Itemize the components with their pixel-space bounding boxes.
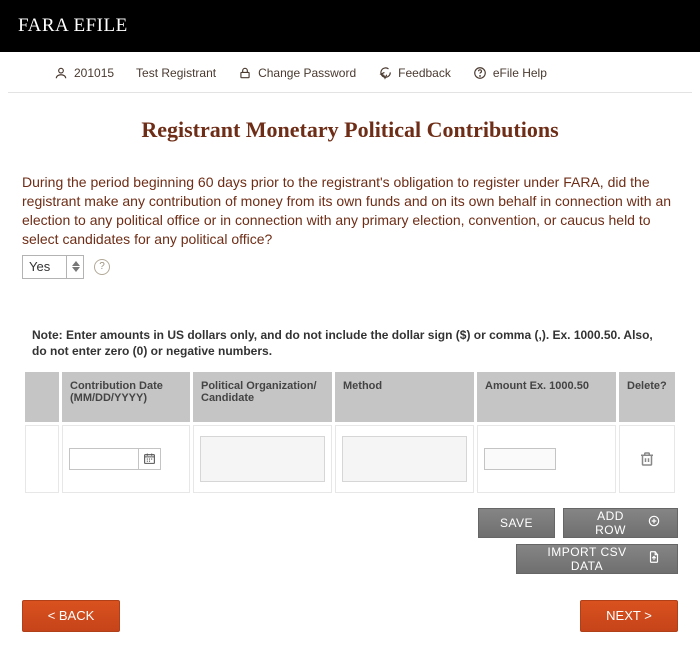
back-label: < BACK — [48, 608, 95, 623]
menu-user-id: 201015 — [74, 66, 114, 80]
menu-feedback-label: Feedback — [398, 66, 451, 80]
lock-icon — [238, 66, 252, 80]
page-title: Registrant Monetary Political Contributi… — [0, 117, 700, 143]
amount-note: Note: Enter amounts in US dollars only, … — [32, 327, 668, 359]
delete-cell — [619, 425, 675, 493]
question-text: During the period beginning 60 days prio… — [22, 173, 678, 249]
menu-registrant-label: Test Registrant — [136, 66, 216, 80]
help-icon — [473, 66, 487, 80]
menu-help-label: eFile Help — [493, 66, 547, 80]
col-delete: Delete? — [619, 372, 675, 422]
col-rowhandle — [25, 372, 59, 422]
col-org: Political Organization/ Candidate — [193, 372, 332, 422]
menu-change-password-label: Change Password — [258, 66, 356, 80]
yesno-select[interactable]: Yes No — [22, 255, 84, 279]
import-csv-button[interactable]: IMPORT CSV DATA — [516, 544, 678, 574]
col-method: Method — [335, 372, 474, 422]
app-header: FARA EFILE — [0, 0, 700, 52]
col-amount: Amount Ex. 1000.50 — [477, 372, 616, 422]
amount-input[interactable] — [484, 448, 556, 470]
menu-divider — [8, 92, 692, 93]
row-handle-cell — [25, 425, 59, 493]
org-cell — [193, 425, 332, 493]
calendar-icon[interactable] — [139, 448, 161, 470]
menu-user[interactable]: 201015 — [54, 66, 114, 80]
app-brand: FARA EFILE — [18, 15, 128, 37]
add-row-button[interactable]: ADD ROW — [563, 508, 678, 538]
col-date: Contribution Date (MM/DD/YYYY) — [62, 372, 190, 422]
yesno-select-wrap: Yes No — [22, 255, 84, 279]
method-input[interactable] — [342, 436, 467, 482]
feedback-icon — [378, 66, 392, 80]
plus-circle-icon — [647, 514, 661, 531]
save-button[interactable]: SAVE — [478, 508, 555, 538]
table-row — [25, 425, 675, 493]
user-icon — [54, 66, 68, 80]
menu-change-password[interactable]: Change Password — [238, 66, 356, 80]
question-help-icon[interactable]: ? — [94, 259, 110, 275]
back-button[interactable]: < BACK — [22, 600, 120, 632]
menu-help[interactable]: eFile Help — [473, 66, 547, 80]
import-label: IMPORT CSV DATA — [533, 545, 641, 573]
method-cell — [335, 425, 474, 493]
menu-feedback[interactable]: Feedback — [378, 66, 451, 80]
user-menubar: 201015 Test Registrant Change Password F… — [0, 52, 700, 92]
menu-registrant[interactable]: Test Registrant — [136, 66, 216, 80]
save-label: SAVE — [500, 516, 533, 530]
delete-row-button[interactable] — [638, 449, 656, 469]
next-label: NEXT > — [606, 608, 652, 623]
add-row-label: ADD ROW — [580, 509, 641, 537]
contributions-table: Contribution Date (MM/DD/YYYY) Political… — [22, 369, 678, 496]
amount-cell — [477, 425, 616, 493]
org-input[interactable] — [200, 436, 325, 482]
file-import-icon — [647, 550, 661, 567]
date-input[interactable] — [69, 448, 139, 470]
date-cell — [62, 425, 190, 493]
next-button[interactable]: NEXT > — [580, 600, 678, 632]
